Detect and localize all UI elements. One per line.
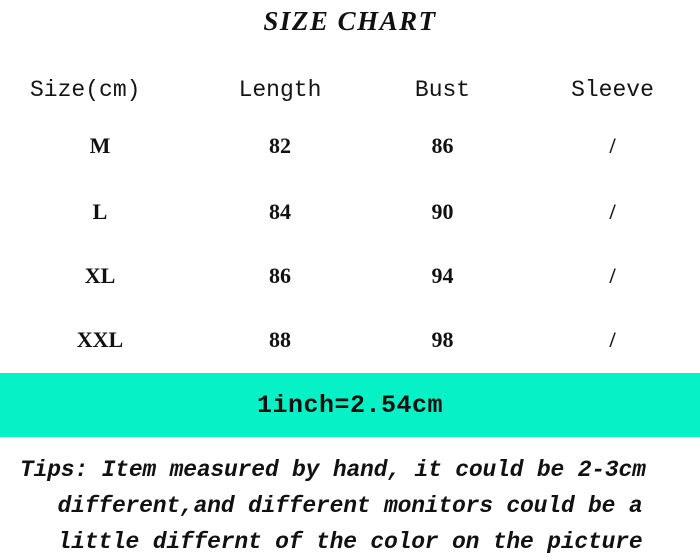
- tips-line-2: different,and different monitors could b…: [57, 493, 643, 519]
- cell-bust: 98: [431, 327, 454, 352]
- unit-conversion-banner: 1inch=2.54cm: [0, 373, 700, 437]
- column-header-sleeve: Sleeve: [571, 77, 654, 103]
- table-header-row: Size(cm) Length Bust Sleeve: [0, 68, 700, 112]
- column-header-length: Length: [238, 77, 322, 103]
- cell-length: 84: [269, 199, 291, 224]
- table-row: L 84 90 /: [0, 180, 700, 244]
- tips-block: Tips: Item measured by hand, it could be…: [0, 452, 700, 560]
- cell-sleeve: /: [609, 263, 616, 288]
- cell-bust: 86: [431, 133, 454, 158]
- cell-size: L: [92, 199, 108, 224]
- size-chart-card: SIZE CHART Size(cm) Length Bust Sleeve M…: [0, 0, 700, 560]
- size-table: Size(cm) Length Bust Sleeve M 82 86 / L …: [0, 68, 700, 372]
- table-row: XXL 88 98 /: [0, 308, 700, 372]
- tips-line-3: little differnt of the color on the pict…: [57, 529, 643, 555]
- cell-bust: 94: [431, 263, 454, 288]
- cell-size: M: [89, 133, 111, 158]
- table-row: XL 86 94 /: [0, 244, 700, 308]
- cell-sleeve: /: [609, 199, 616, 224]
- cell-size: XXL: [76, 327, 124, 352]
- cell-length: 82: [269, 133, 291, 158]
- cell-size: XL: [84, 263, 116, 288]
- cell-sleeve: /: [609, 327, 616, 352]
- table-row: M 82 86 /: [0, 112, 700, 180]
- cell-bust: 90: [431, 199, 454, 224]
- page-title: SIZE CHART: [263, 6, 437, 36]
- cell-sleeve: /: [609, 133, 616, 158]
- cell-length: 86: [269, 263, 291, 288]
- column-header-bust: Bust: [414, 77, 471, 103]
- tips-line-1: Tips: Item measured by hand, it could be…: [20, 457, 646, 483]
- column-header-size: Size(cm): [30, 77, 141, 103]
- unit-conversion-text: 1inch=2.54cm: [256, 390, 444, 420]
- cell-length: 88: [269, 327, 291, 352]
